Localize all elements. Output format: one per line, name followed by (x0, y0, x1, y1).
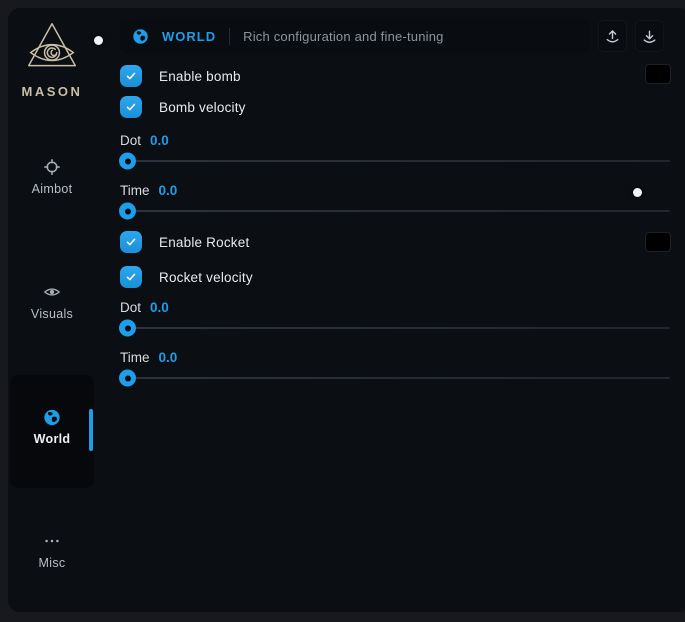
slider-value: 0.0 (159, 350, 178, 365)
active-tab-title: WORLD (162, 29, 216, 44)
mason-window: MASON Aimbot Visuals (8, 8, 685, 612)
eye-in-triangle-icon (23, 20, 81, 79)
checkbox-label: Bomb velocity (159, 100, 246, 115)
rocket-color-swatch[interactable] (645, 232, 671, 252)
bomb-color-swatch[interactable] (645, 64, 671, 84)
brand-logo: MASON (8, 20, 96, 99)
brand-name: MASON (22, 84, 83, 99)
eye-icon (43, 283, 61, 301)
enable-bomb-checkbox[interactable] (120, 65, 142, 87)
slider-value: 0.0 (150, 300, 169, 315)
sidebar-item-label: Visuals (31, 307, 73, 321)
download-config-button[interactable] (635, 20, 664, 52)
slider-thumb[interactable] (119, 203, 136, 220)
slider-label: Time (120, 183, 150, 198)
slider-track[interactable] (120, 327, 670, 329)
sidebar-item-world[interactable]: World (8, 408, 96, 446)
sidebar-item-label: Aimbot (32, 182, 73, 196)
slider-value: 0.0 (159, 183, 178, 198)
rocket-velocity-checkbox[interactable] (120, 266, 142, 288)
checkbox-row-rocket-velocity: Rocket velocity (120, 266, 253, 288)
checkbox-label: Rocket velocity (159, 270, 253, 285)
cursor-dot (94, 36, 103, 45)
slider-rocket-time: Time 0.0 (120, 349, 670, 379)
cursor-dot (633, 188, 642, 197)
checkbox-row-enable-bomb: Enable bomb (120, 65, 241, 87)
slider-bomb-time: Time 0.0 (120, 182, 670, 212)
slider-track[interactable] (120, 377, 670, 379)
upload-icon (604, 28, 621, 45)
slider-bomb-dot: Dot 0.0 (120, 132, 670, 162)
bomb-velocity-checkbox[interactable] (120, 96, 142, 118)
slider-label: Time (120, 350, 150, 365)
slider-track[interactable] (120, 210, 670, 212)
checkbox-row-enable-rocket: Enable Rocket (120, 231, 249, 253)
sidebar-item-visuals[interactable]: Visuals (8, 283, 96, 321)
checkbox-label: Enable bomb (159, 69, 241, 84)
globe-icon (43, 408, 61, 426)
slider-thumb[interactable] (119, 153, 136, 170)
slider-track[interactable] (120, 160, 670, 162)
target-icon (43, 158, 61, 176)
header-divider (229, 28, 230, 45)
enable-rocket-checkbox[interactable] (120, 231, 142, 253)
page-header: WORLD Rich configuration and fine-tuning (120, 19, 590, 53)
slider-thumb[interactable] (119, 320, 136, 337)
slider-label: Dot (120, 300, 141, 315)
sidebar-item-label: Misc (39, 556, 66, 570)
globe-icon (132, 28, 149, 45)
upload-config-button[interactable] (598, 20, 627, 52)
page-subtitle: Rich configuration and fine-tuning (243, 29, 443, 44)
download-icon (641, 28, 658, 45)
sidebar-item-aimbot[interactable]: Aimbot (8, 158, 96, 196)
checkbox-label: Enable Rocket (159, 235, 249, 250)
sidebar-item-label: World (34, 432, 71, 446)
ellipsis-icon (43, 532, 61, 550)
sidebar: MASON Aimbot Visuals (8, 8, 104, 612)
slider-rocket-dot: Dot 0.0 (120, 299, 670, 329)
slider-value: 0.0 (150, 133, 169, 148)
slider-thumb[interactable] (119, 370, 136, 387)
slider-label: Dot (120, 133, 141, 148)
sidebar-item-misc[interactable]: Misc (8, 532, 96, 570)
checkbox-row-bomb-velocity: Bomb velocity (120, 96, 246, 118)
